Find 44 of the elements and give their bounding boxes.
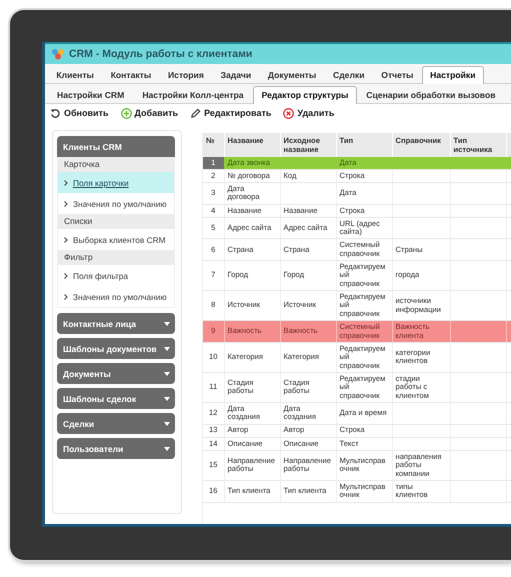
tab[interactable]: Настройки bbox=[422, 66, 484, 84]
group-header[interactable]: Контактные лица bbox=[57, 313, 175, 334]
caret-icon bbox=[164, 422, 170, 426]
section-label: Карточка bbox=[58, 157, 174, 172]
group-header[interactable]: Пользователи bbox=[57, 438, 175, 459]
caret-icon bbox=[164, 396, 170, 400]
section-label: Списки bbox=[58, 214, 174, 229]
caret-icon bbox=[164, 322, 170, 326]
chevron-icon bbox=[64, 200, 68, 206]
toolbar-button[interactable]: Обновить bbox=[50, 108, 108, 118]
plus-icon bbox=[120, 108, 132, 118]
chevron-icon bbox=[64, 180, 68, 186]
caret-icon bbox=[164, 346, 170, 350]
tab[interactable]: Сценарии обработки вызовов bbox=[357, 86, 504, 103]
sidebar-item[interactable]: Поля карточки bbox=[58, 172, 174, 193]
group-header[interactable]: Документы bbox=[57, 363, 175, 384]
tab[interactable]: История bbox=[160, 66, 212, 83]
window-title: CRM - Модуль работы с клиентами bbox=[69, 48, 252, 60]
tab[interactable]: Задачи bbox=[212, 66, 260, 83]
delete-icon bbox=[283, 108, 294, 118]
tab[interactable]: Настройки CRM bbox=[48, 86, 134, 103]
chevron-icon bbox=[64, 236, 68, 242]
toolbar-button[interactable]: Добавить bbox=[120, 108, 178, 118]
tab[interactable]: Клиенты bbox=[48, 66, 102, 83]
chevron-icon bbox=[64, 272, 68, 278]
tab[interactable]: Настройки Колл-центра bbox=[133, 86, 253, 103]
tab[interactable]: Контакты bbox=[102, 66, 160, 83]
section-label: Фильтр bbox=[58, 250, 174, 265]
toolbar-button[interactable]: Редактировать bbox=[190, 108, 272, 118]
caret-icon bbox=[164, 446, 170, 450]
tab[interactable]: Сделки bbox=[324, 66, 373, 83]
logo-icon bbox=[51, 48, 65, 60]
pencil-icon bbox=[190, 108, 202, 118]
group-header[interactable]: Шаблоны документов bbox=[57, 338, 175, 359]
tab[interactable]: Отчеты bbox=[372, 66, 422, 83]
tab[interactable]: Документы bbox=[260, 66, 325, 83]
toolbar-button[interactable]: Удалить bbox=[283, 108, 334, 118]
tab[interactable]: Редактор структуры bbox=[252, 86, 358, 104]
chevron-icon bbox=[64, 294, 68, 300]
refresh-icon bbox=[50, 108, 61, 118]
group-header[interactable]: Клиенты CRM bbox=[57, 136, 175, 157]
caret-icon bbox=[164, 372, 170, 376]
group-header[interactable]: Сделки bbox=[57, 413, 175, 434]
group-header[interactable]: Шаблоны сделок bbox=[57, 388, 175, 409]
